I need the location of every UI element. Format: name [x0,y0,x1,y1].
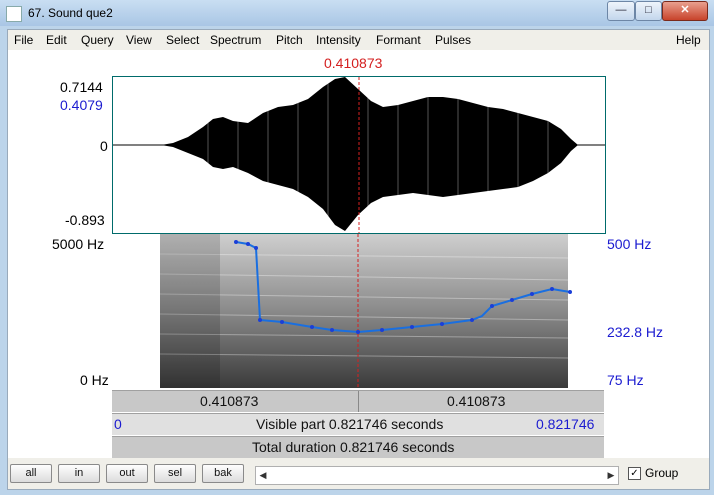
pitch-axis-top: 500 Hz [607,236,652,252]
maximize-button[interactable]: □ [635,1,662,21]
sound-editor-panel: 0.410873 0.7144 0.4079 0 -0.893 5000 Hz … [8,50,709,489]
visible-start: 0 [114,416,122,432]
visible-part-bar[interactable]: 0 Visible part 0.821746 seconds 0.821746 [112,413,604,435]
menu-view[interactable]: View [126,33,152,47]
window-title: 67. Sound que2 [28,6,113,20]
pitch-axis-mid: 232.8 Hz [607,324,664,340]
in-button[interactable]: in [58,464,100,483]
group-checkbox[interactable]: ✓ [628,467,641,480]
group-label: Group [645,466,679,480]
selection-right-time[interactable]: 0.410873 [447,393,505,409]
menu-bar: File Edit Query View Select Spectrum Pit… [8,30,709,50]
menu-formant[interactable]: Formant [376,33,421,47]
visible-end: 0.821746 [536,416,595,432]
spectrogram-top-freq: 5000 Hz [52,236,105,252]
praat-window: 67. Sound que2 — □ ✕ File Edit Query Vie… [0,0,714,495]
menu-help[interactable]: Help [676,33,701,47]
menu-file[interactable]: File [14,33,33,47]
menu-query[interactable]: Query [81,33,114,47]
waveform-view[interactable] [112,76,606,234]
menu-pitch[interactable]: Pitch [276,33,303,47]
waveform-envelope [161,77,578,231]
menu-spectrum[interactable]: Spectrum [210,33,261,47]
all-button[interactable]: all [10,464,52,483]
spectrogram-view[interactable] [112,234,604,388]
minimize-button[interactable]: — [607,1,635,21]
waveform-min-label: -0.893 [65,212,105,228]
close-button[interactable]: ✕ [662,1,708,21]
selection-bar[interactable]: 0.410873 0.410873 [112,390,604,412]
total-duration-bar[interactable]: Total duration 0.821746 seconds [112,436,604,458]
app-icon [6,6,22,22]
waveform-zero-label: 0 [100,138,108,154]
total-duration-text: Total duration 0.821746 seconds [252,439,455,455]
menu-pulses[interactable]: Pulses [435,33,471,47]
title-bar: 67. Sound que2 — □ ✕ [0,0,714,26]
bottom-toolbar: all in out sel bak ◀ ▶ ✓ Group [8,458,709,489]
visible-part-text: Visible part 0.821746 seconds [256,416,444,432]
spectrogram-bottom-freq: 0 Hz [80,372,109,388]
waveform-max-label: 0.7144 [60,79,103,95]
editor-client: File Edit Query View Select Spectrum Pit… [7,29,710,490]
waveform-cursor-value: 0.4079 [60,97,103,113]
scroll-right-icon[interactable]: ▶ [604,467,618,484]
menu-edit[interactable]: Edit [46,33,67,47]
menu-intensity[interactable]: Intensity [316,33,361,47]
menu-select[interactable]: Select [166,33,199,47]
bak-button[interactable]: bak [202,464,244,483]
scroll-left-icon[interactable]: ◀ [256,467,270,484]
sel-button[interactable]: sel [154,464,196,483]
selection-left-time[interactable]: 0.410873 [200,393,258,409]
horizontal-scrollbar[interactable]: ◀ ▶ [255,466,619,485]
pitch-axis-bottom: 75 Hz [607,372,644,388]
out-button[interactable]: out [106,464,148,483]
cursor-time-label: 0.410873 [324,55,383,71]
